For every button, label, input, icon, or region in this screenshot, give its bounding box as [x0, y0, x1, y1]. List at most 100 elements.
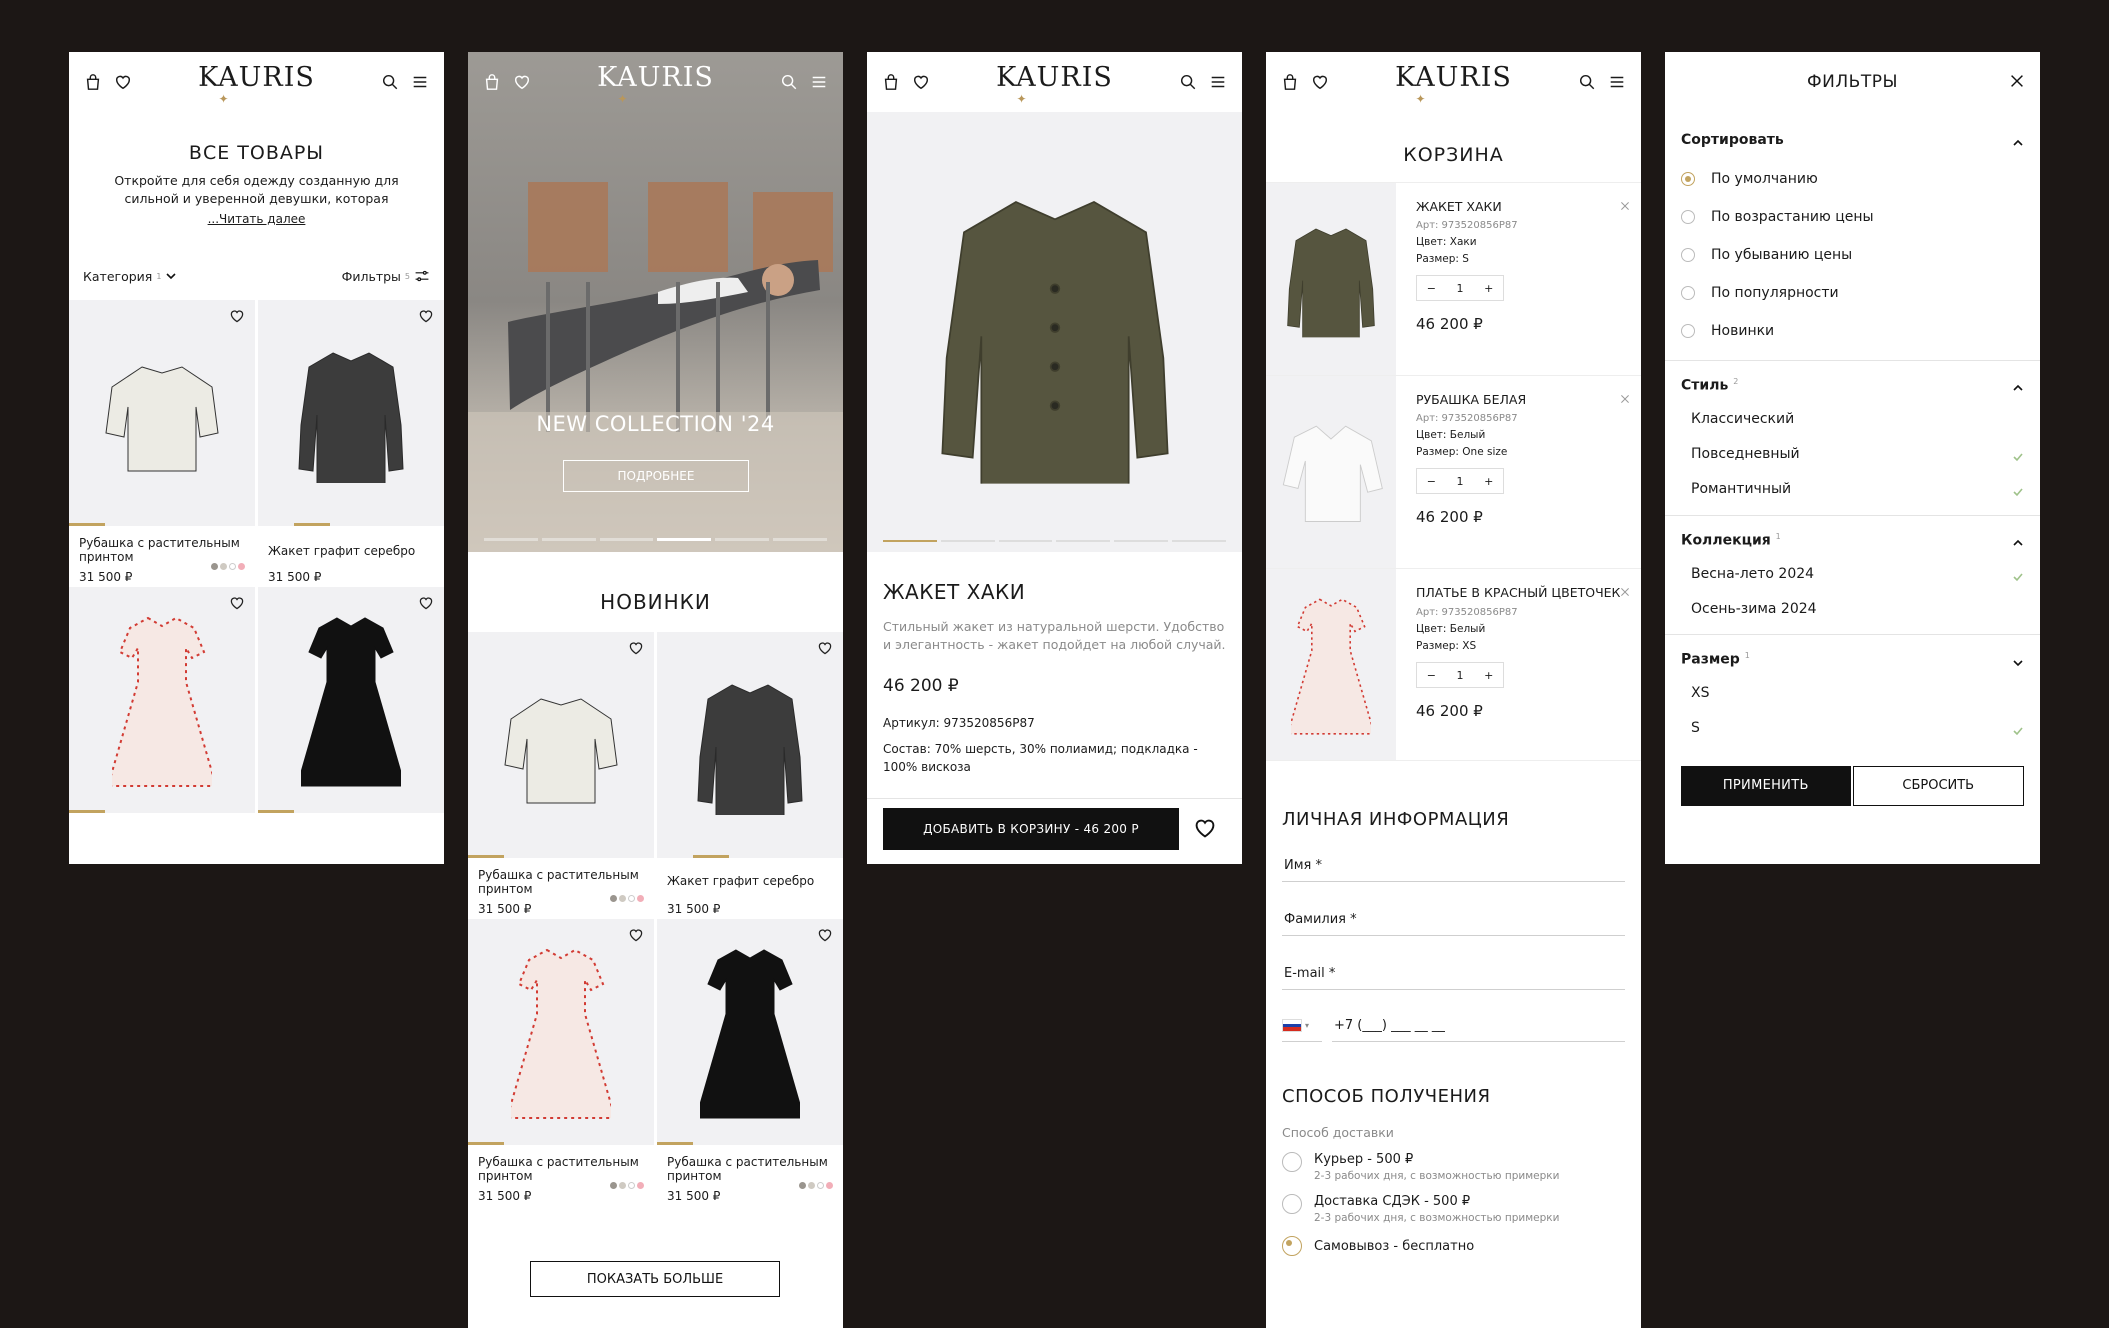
hero-details-button[interactable]: ПОДРОБНЕЕ	[563, 460, 749, 492]
cart-item-name[interactable]: ПЛАТЬЕ В КРАСНЫЙ ЦВЕТОЧЕК	[1416, 585, 1621, 601]
quantity-stepper[interactable]: −1 +	[1416, 275, 1504, 301]
hero-pagination[interactable]	[484, 538, 827, 541]
radio-button[interactable]	[1282, 1152, 1302, 1172]
product-card[interactable]: Жакет графит серебро 31 500 ₽	[258, 300, 444, 584]
heart-icon[interactable]	[817, 640, 833, 656]
search-icon[interactable]	[779, 72, 799, 92]
decrease-button[interactable]: −	[1417, 282, 1446, 295]
hero-banner[interactable]: KAURIS ✦ NEW COLLECTION '24 ПОДРОБНЕЕ	[468, 52, 843, 552]
category-dropdown[interactable]: Категория 1	[83, 269, 177, 284]
close-icon[interactable]	[2008, 72, 2026, 90]
product-image[interactable]	[657, 919, 843, 1145]
product-card[interactable]: Рубашка с растительным принтом 31 500 ₽	[468, 632, 654, 916]
gallery-pagination[interactable]	[883, 540, 1226, 542]
cart-item-image[interactable]	[1266, 183, 1396, 375]
email-field[interactable]: E-mail *	[1282, 966, 1625, 990]
cart-item-image[interactable]	[1266, 376, 1396, 568]
reset-button[interactable]: СБРОСИТЬ	[1852, 765, 2024, 806]
product-card[interactable]: Рубашка с растительным принтом 31 500 ₽	[468, 919, 654, 1203]
radio-button[interactable]	[1681, 286, 1695, 300]
search-icon[interactable]	[1178, 72, 1198, 92]
product-name[interactable]: Рубашка с растительным принтом	[468, 858, 654, 898]
remove-item-icon[interactable]	[1619, 390, 1631, 402]
quantity-stepper[interactable]: −1 +	[1416, 468, 1504, 494]
product-card[interactable]: Рубашка с растительным принтом 31 500 ₽	[69, 300, 255, 584]
size-option[interactable]: S	[1691, 711, 2024, 746]
collection-option[interactable]: Осень-зима 2024	[1691, 591, 2024, 626]
delivery-option-cdek[interactable]: Доставка СДЭК - 500 ₽ 2-3 рабочих дня, с …	[1282, 1194, 1625, 1224]
style-section-header[interactable]: Стиль 2	[1681, 377, 2024, 394]
product-card[interactable]	[69, 587, 255, 813]
product-image[interactable]	[258, 300, 444, 526]
delivery-option-pickup[interactable]: Самовывоз - бесплатно	[1282, 1236, 1625, 1256]
apply-button[interactable]: ПРИМЕНИТЬ	[1681, 765, 1851, 806]
color-swatches[interactable]	[610, 895, 644, 902]
sort-option[interactable]: По популярности	[1681, 274, 2024, 312]
product-card[interactable]	[258, 587, 444, 813]
sort-option[interactable]: По убыванию цены	[1681, 236, 2024, 274]
product-image[interactable]	[258, 587, 444, 813]
add-to-favorites-icon[interactable]	[1193, 816, 1217, 840]
sort-option[interactable]: По умолчанию	[1681, 160, 2024, 198]
product-name[interactable]: Рубашка с растительным принтом	[468, 1145, 654, 1185]
phone-field[interactable]: +7 (___) ___ __ __	[1332, 1018, 1625, 1042]
heart-icon[interactable]	[628, 927, 644, 943]
radio-button-selected[interactable]	[1681, 172, 1695, 186]
size-option[interactable]: XS	[1691, 676, 2024, 711]
radio-button[interactable]	[1681, 210, 1695, 224]
menu-icon[interactable]	[1607, 72, 1627, 92]
search-icon[interactable]	[1577, 72, 1597, 92]
menu-icon[interactable]	[410, 72, 430, 92]
quantity-stepper[interactable]: −1 +	[1416, 662, 1504, 688]
radio-button[interactable]	[1282, 1194, 1302, 1214]
product-card[interactable]: Рубашка с растительным принтом 31 500 ₽	[657, 919, 843, 1203]
last-name-field[interactable]: Фамилия *	[1282, 912, 1625, 936]
cart-item-name[interactable]: РУБАШКА БЕЛАЯ	[1416, 392, 1621, 407]
size-section-header[interactable]: Размер 1	[1681, 651, 2024, 668]
first-name-field[interactable]: Имя *	[1282, 858, 1625, 882]
delivery-option-courier[interactable]: Курьер - 500 ₽ 2-3 рабочих дня, с возможн…	[1282, 1152, 1625, 1182]
radio-button[interactable]	[1681, 324, 1695, 338]
color-swatches[interactable]	[610, 1182, 644, 1189]
menu-icon[interactable]	[1208, 72, 1228, 92]
remove-item-icon[interactable]	[1619, 197, 1631, 209]
product-image[interactable]	[468, 919, 654, 1145]
increase-button[interactable]: +	[1474, 282, 1503, 295]
product-name[interactable]: Жакет графит серебро	[657, 858, 843, 898]
heart-icon[interactable]	[817, 927, 833, 943]
product-card[interactable]: Жакет графит серебро 31 500 ₽	[657, 632, 843, 916]
decrease-button[interactable]: −	[1417, 475, 1446, 488]
remove-item-icon[interactable]	[1619, 583, 1631, 595]
heart-icon[interactable]	[418, 308, 434, 324]
color-swatches[interactable]	[799, 1182, 833, 1189]
color-swatches[interactable]	[211, 563, 245, 570]
country-code-select[interactable]: ▾	[1282, 1018, 1322, 1042]
product-name[interactable]: Жакет графит серебро	[258, 526, 444, 566]
search-icon[interactable]	[380, 72, 400, 92]
style-option[interactable]: Классический	[1691, 402, 2024, 437]
style-option[interactable]: Повседневный	[1691, 437, 2024, 472]
read-more-link[interactable]: ...Читать далее	[69, 212, 444, 226]
collection-section-header[interactable]: Коллекция 1	[1681, 532, 2024, 548]
menu-icon[interactable]	[809, 72, 829, 92]
heart-icon[interactable]	[229, 595, 245, 611]
show-more-button[interactable]: ПОКАЗАТЬ БОЛЬШЕ	[530, 1261, 780, 1297]
product-image[interactable]	[657, 632, 843, 858]
sort-option[interactable]: По возрастанию цены	[1681, 198, 2024, 236]
product-name[interactable]: Рубашка с растительным принтом	[69, 526, 255, 566]
product-image[interactable]	[468, 632, 654, 858]
heart-icon[interactable]	[229, 308, 245, 324]
cart-item-name[interactable]: ЖАКЕТ ХАКИ	[1416, 199, 1621, 214]
radio-button-selected[interactable]	[1282, 1236, 1302, 1256]
increase-button[interactable]: +	[1474, 669, 1503, 682]
product-image[interactable]	[69, 300, 255, 526]
product-name[interactable]: Рубашка с растительным принтом	[657, 1145, 843, 1185]
product-gallery[interactable]	[867, 112, 1242, 552]
filters-button[interactable]: Фильтры 5	[342, 268, 430, 284]
style-option[interactable]: Романтичный	[1691, 472, 2024, 507]
add-to-cart-button[interactable]: ДОБАВИТЬ В КОРЗИНУ - 46 200 Р	[883, 808, 1179, 850]
sort-option[interactable]: Новинки	[1681, 312, 2024, 350]
heart-icon[interactable]	[628, 640, 644, 656]
product-image[interactable]	[69, 587, 255, 813]
cart-item-image[interactable]	[1266, 569, 1396, 760]
